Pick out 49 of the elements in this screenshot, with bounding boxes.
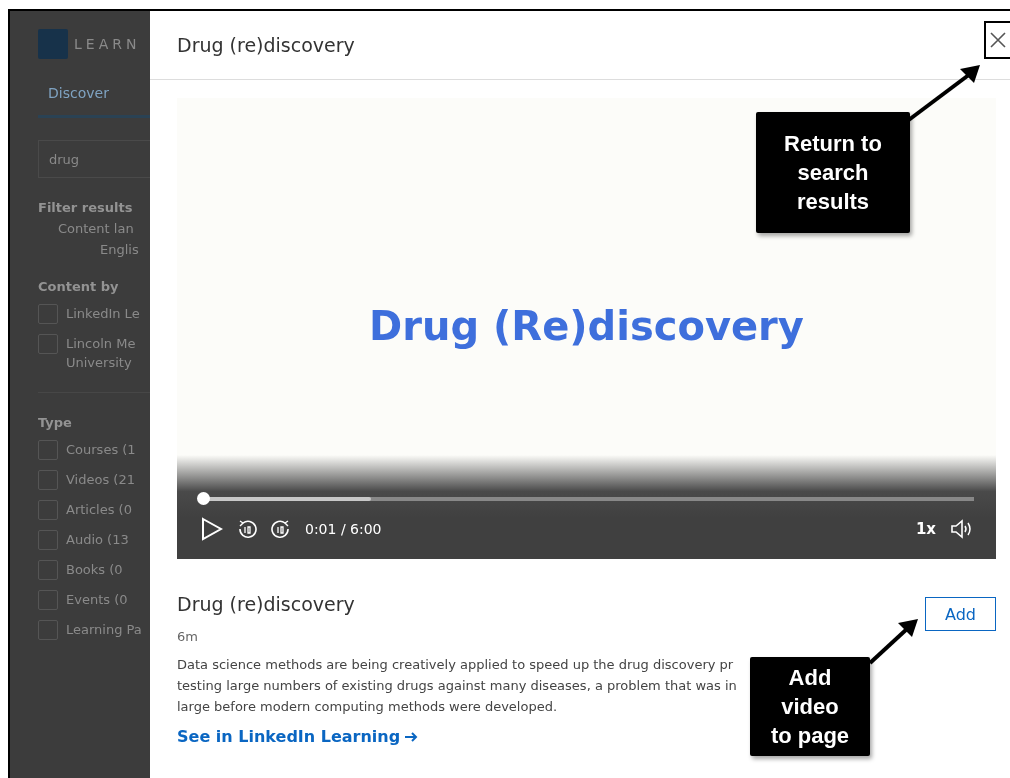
logo-text: LEARN — [74, 36, 141, 52]
checkbox[interactable] — [38, 334, 58, 354]
checkbox[interactable] — [38, 620, 58, 640]
filter-option-label: Books (0 — [66, 561, 124, 579]
filter-option-label: Courses (1 — [66, 441, 137, 459]
callout-label: Add video to page — [750, 657, 870, 756]
checkbox[interactable] — [38, 440, 58, 460]
volume-button[interactable] — [950, 519, 974, 539]
play-icon — [201, 517, 223, 541]
logo-icon — [38, 29, 68, 59]
video-time: 0:01 / 6:00 — [305, 521, 382, 537]
forward-button[interactable] — [271, 519, 291, 539]
volume-icon — [950, 519, 974, 539]
play-button[interactable] — [201, 517, 223, 541]
close-button[interactable] — [984, 21, 1010, 59]
video-slide-title: Drug (Re)discovery — [368, 303, 805, 349]
language-value: Englis — [99, 242, 140, 257]
video-title: Drug (re)discovery — [177, 593, 356, 615]
checkbox[interactable] — [38, 500, 58, 520]
modal-title: Drug (re)discovery — [177, 34, 355, 56]
video-description: Data science methods are being creatively applied to speed up the drug discovery pr testing large numbers of existing drugs against many diseases, a problem that was in large before modern computing methods were developed. — [177, 656, 737, 716]
filter-option-label: Lincoln Me University — [66, 335, 137, 372]
checkbox[interactable] — [38, 304, 58, 324]
checkbox[interactable] — [38, 590, 58, 610]
language-label: Content lan — [57, 221, 135, 236]
close-icon — [989, 31, 1007, 49]
filter-option-label: Learning Pa — [66, 621, 143, 639]
arrow-right-icon — [404, 729, 419, 744]
section-heading: Type — [38, 415, 73, 430]
filter-heading: Filter results — [38, 200, 134, 215]
rewind-icon — [237, 519, 257, 539]
rewind-button[interactable] — [237, 519, 257, 539]
filter-option-label: Videos (21 — [66, 471, 136, 489]
video-duration: 6m — [177, 629, 199, 644]
filter-option-label: LinkedIn Le — [66, 305, 141, 323]
forward-icon — [271, 519, 291, 539]
checkbox[interactable] — [38, 470, 58, 490]
callout-label: Return to search results — [756, 112, 910, 233]
linkedin-learning-link[interactable]: See in LinkedIn Learning — [177, 727, 737, 746]
checkbox[interactable] — [38, 530, 58, 550]
section-heading: Content by — [38, 279, 120, 294]
filter-option-label: Audio (13 — [66, 531, 130, 549]
filter-option-label: Articles (0 — [66, 501, 133, 519]
callout-arrow — [868, 619, 918, 665]
progress-thumb[interactable] — [197, 492, 211, 505]
add-button[interactable]: Add — [925, 597, 996, 631]
checkbox[interactable] — [38, 560, 58, 580]
speed-button[interactable]: 1x — [915, 520, 936, 538]
filter-option-label: Events (0 — [66, 591, 129, 609]
